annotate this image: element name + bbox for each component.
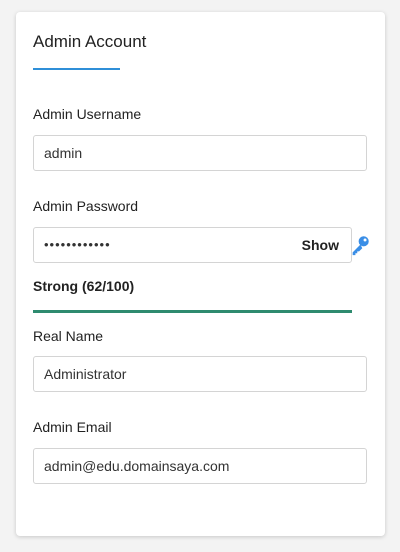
- username-input[interactable]: admin: [33, 135, 367, 171]
- password-strength-bar: [33, 310, 352, 313]
- username-value: admin: [44, 145, 83, 161]
- email-label: Admin Email: [33, 419, 112, 435]
- section-title: Admin Account: [33, 32, 147, 51]
- real-name-value: Administrator: [44, 366, 127, 382]
- admin-account-card: Admin Account Admin Username admin Admin…: [16, 12, 385, 536]
- username-label: Admin Username: [33, 106, 142, 122]
- real-name-input[interactable]: Administrator: [33, 356, 367, 392]
- email-value: admin@edu.domainsaya.com: [44, 458, 230, 474]
- password-strength-fill: [33, 310, 352, 313]
- show-password-button[interactable]: Show: [302, 237, 339, 253]
- key-icon[interactable]: [349, 234, 371, 256]
- section-title-underline: [33, 68, 120, 70]
- password-input[interactable]: •••••••••••• Show: [33, 227, 352, 263]
- real-name-label: Real Name: [33, 328, 104, 344]
- password-strength-text: Strong (62/100): [33, 278, 135, 294]
- password-masked-value: ••••••••••••: [44, 237, 111, 252]
- password-label: Admin Password: [33, 198, 139, 214]
- email-input[interactable]: admin@edu.domainsaya.com: [33, 448, 367, 484]
